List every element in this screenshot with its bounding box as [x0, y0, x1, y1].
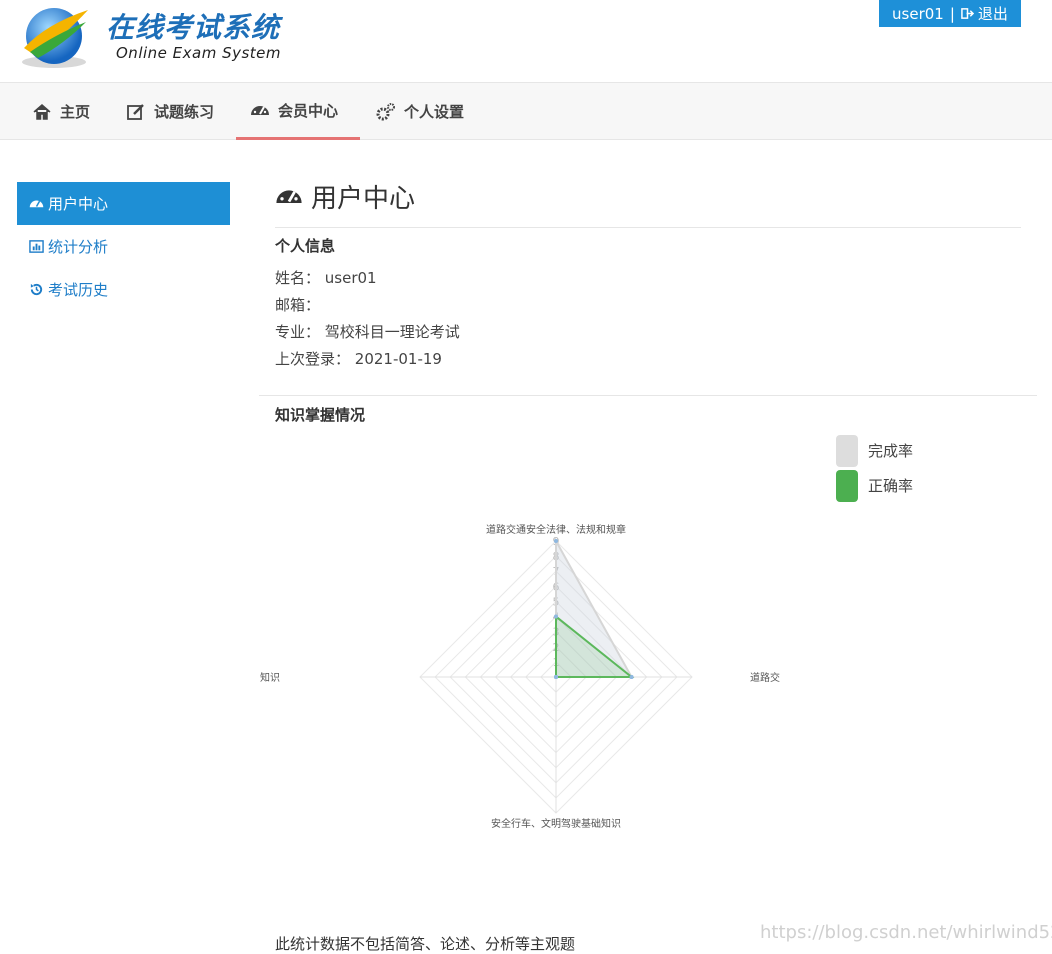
- chart-legend: 完成率 正确率: [836, 433, 913, 503]
- main-nav: 主页 试题练习 会员中心 个人设置: [0, 82, 1052, 140]
- name-label: 姓名：: [275, 269, 321, 287]
- name-value: user01: [324, 269, 377, 287]
- bar-chart-icon: [29, 240, 44, 253]
- radar-point: [554, 614, 558, 619]
- brand-title-en: Online Exam System: [116, 44, 282, 62]
- legend-label: 正确率: [868, 477, 914, 495]
- logout-link[interactable]: 退出: [978, 3, 1008, 24]
- nav-label: 会员中心: [278, 101, 339, 120]
- home-icon: [33, 103, 51, 120]
- knowledge-radar-chart: 123456789道路交通安全法律、法规和规章道路交通信号安全行车、文明驾驶基础…: [260, 523, 780, 830]
- legend-swatch: [836, 434, 858, 467]
- user-separator: |: [949, 4, 955, 23]
- major-value: 驾校科目一理论考试: [324, 323, 460, 341]
- edit-icon: [127, 103, 144, 120]
- footnote: 此统计数据不包括简答、论述、分析等主观题: [275, 935, 576, 953]
- legend-item-accuracy[interactable]: 正确率: [836, 468, 913, 503]
- user-menu[interactable]: user01 | 退出: [879, 0, 1021, 27]
- nav-label: 主页: [60, 103, 91, 121]
- radar-axis-label: 道路交通信号: [750, 671, 780, 684]
- sidebar-item-label: 用户中心: [48, 195, 109, 213]
- watermark: https://blog.csdn.net/whirlwind526: [760, 922, 1052, 943]
- radar-axis-label: 安全行车、文明驾驶基础知识: [491, 817, 621, 830]
- sidebar-item-exam-history[interactable]: 考试历史: [17, 268, 230, 311]
- nav-item-home[interactable]: 主页: [18, 83, 104, 140]
- divider: [259, 395, 1037, 396]
- knowledge-heading: 知识掌握情况: [275, 406, 366, 424]
- dashboard-icon: [276, 190, 302, 203]
- profile-section: 个人信息 姓名： user01 邮箱： 专业： 驾校科目一理论考试 上次登录： …: [275, 237, 460, 373]
- legend-swatch: [836, 469, 858, 502]
- logout-icon[interactable]: [961, 7, 974, 20]
- username[interactable]: user01: [892, 5, 944, 23]
- profile-major-row: 专业： 驾校科目一理论考试: [275, 319, 460, 346]
- dashboard-icon: [251, 106, 269, 115]
- profile-last-login-row: 上次登录： 2021-01-19: [275, 346, 460, 373]
- radar-axis-label: 机动车驾驶操作相关基础知识: [260, 671, 280, 684]
- sidebar: 用户中心 统计分析 考试历史: [17, 182, 230, 311]
- history-icon: [30, 283, 43, 296]
- profile-heading: 个人信息: [275, 237, 336, 255]
- sidebar-item-label: 统计分析: [48, 238, 109, 256]
- divider: [275, 227, 1021, 228]
- gears-icon: [376, 102, 395, 120]
- last-login-label: 上次登录：: [275, 350, 351, 368]
- dashboard-icon: [29, 200, 44, 208]
- page-title-text: 用户中心: [311, 183, 416, 214]
- nav-label: 个人设置: [404, 103, 465, 121]
- brand-title-cn: 在线考试系统: [106, 11, 281, 44]
- nav-item-practice[interactable]: 试题练习: [112, 83, 228, 140]
- page-title: 用户中心: [275, 176, 1021, 216]
- last-login-value: 2021-01-19: [354, 350, 442, 368]
- legend-item-completion[interactable]: 完成率: [836, 433, 913, 468]
- nav-label: 试题练习: [154, 103, 215, 121]
- radar-point: [554, 675, 558, 679]
- sidebar-item-statistics[interactable]: 统计分析: [17, 225, 230, 268]
- radar-axis-label: 道路交通安全法律、法规和规章: [486, 523, 626, 536]
- header: 在线考试系统 Online Exam System user01 | 退出: [0, 0, 1052, 82]
- logo-globe-icon: [22, 8, 88, 68]
- nav-item-settings[interactable]: 个人设置: [362, 83, 478, 140]
- nav-item-member-center[interactable]: 会员中心: [236, 83, 360, 140]
- legend-label: 完成率: [868, 442, 914, 460]
- sidebar-item-user-center[interactable]: 用户中心: [17, 182, 230, 225]
- sidebar-item-label: 考试历史: [48, 281, 109, 299]
- profile-name-row: 姓名： user01: [275, 265, 460, 292]
- profile-email-row: 邮箱：: [275, 292, 460, 319]
- radar-point: [629, 675, 634, 679]
- email-label: 邮箱：: [275, 296, 321, 314]
- main-content: 用户中心: [275, 176, 1021, 216]
- radar-point: [554, 539, 558, 543]
- major-label: 专业：: [275, 323, 321, 341]
